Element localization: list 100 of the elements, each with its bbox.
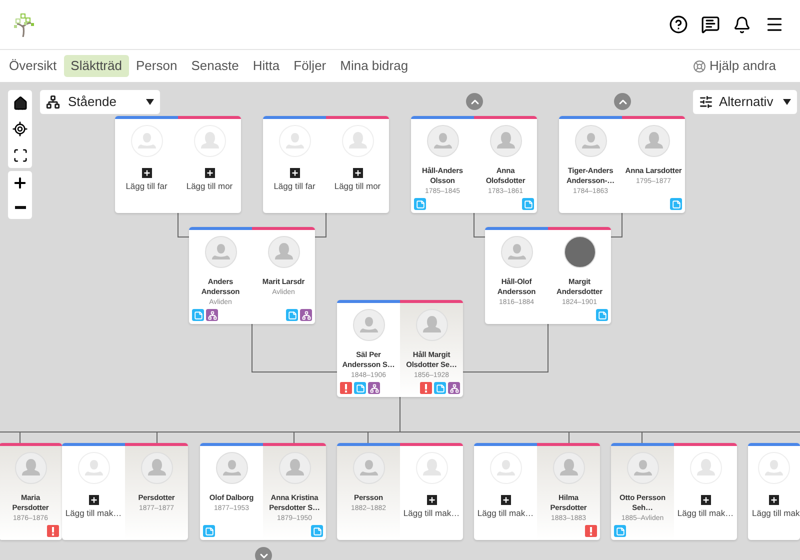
note-glyph-icon bbox=[524, 200, 532, 208]
zoom-out-icon bbox=[14, 206, 26, 208]
nav-tab[interactable]: Släktträd bbox=[64, 55, 129, 77]
add-person-slot[interactable]: Lägg till far bbox=[115, 116, 178, 213]
person-silhouette-icon bbox=[130, 125, 162, 157]
person-silhouette-icon bbox=[490, 452, 522, 484]
options-dropdown[interactable]: Alternativ bbox=[693, 90, 797, 114]
tree-glyph-icon bbox=[208, 310, 216, 320]
add-person-label[interactable]: Lägg till mor bbox=[334, 180, 381, 193]
locate-icon bbox=[12, 121, 28, 137]
person-silhouette-icon bbox=[490, 125, 522, 157]
note-glyph-icon bbox=[616, 526, 624, 536]
plus-icon bbox=[206, 169, 214, 177]
notes-icon[interactable] bbox=[354, 382, 366, 394]
notes-icon[interactable] bbox=[670, 198, 682, 210]
add-icon[interactable] bbox=[142, 168, 152, 178]
add-icon[interactable] bbox=[88, 495, 98, 505]
plus-icon bbox=[90, 496, 98, 504]
plus-icon bbox=[428, 496, 436, 504]
notes-icon[interactable] bbox=[203, 525, 215, 537]
person-silhouette-icon bbox=[416, 452, 448, 484]
home-icon bbox=[12, 96, 28, 110]
plus-icon bbox=[142, 169, 150, 177]
add-person-label[interactable]: Lägg till mak… bbox=[65, 507, 122, 520]
add-person-slot[interactable]: Lägg till mor bbox=[178, 116, 241, 213]
add-person-label[interactable]: Lägg till far bbox=[126, 180, 168, 193]
nav-tab[interactable]: Översikt bbox=[2, 55, 64, 77]
person-silhouette-icon bbox=[758, 452, 790, 484]
add-icon[interactable] bbox=[204, 168, 214, 178]
add-person-label[interactable]: Lägg till mak… bbox=[403, 507, 460, 520]
warning-icon[interactable] bbox=[340, 382, 352, 394]
add-person-label[interactable]: Lägg till mak bbox=[752, 507, 800, 520]
add-person-slot[interactable]: Lägg till mor bbox=[326, 116, 389, 213]
expand-up-button[interactable] bbox=[466, 93, 483, 110]
locate-button[interactable] bbox=[10, 119, 30, 139]
notes-icon[interactable] bbox=[596, 309, 608, 321]
tree-glyph-icon bbox=[450, 384, 458, 392]
note-glyph-icon bbox=[672, 200, 680, 208]
help-icon bbox=[668, 15, 688, 34]
notes-icon[interactable] bbox=[286, 309, 298, 321]
person-silhouette-icon bbox=[204, 236, 236, 268]
warning-icon[interactable] bbox=[47, 525, 59, 537]
caret-icon bbox=[146, 99, 154, 105]
menu-icon bbox=[764, 15, 784, 34]
notes-icon[interactable] bbox=[311, 525, 323, 537]
add-person-slot[interactable]: Lägg till mak… bbox=[674, 443, 737, 540]
add-person-slot[interactable]: Lägg till far bbox=[263, 116, 326, 213]
add-person-slot[interactable]: Lägg till mak bbox=[748, 443, 800, 540]
add-person-slot[interactable]: Lägg till mak… bbox=[400, 443, 463, 540]
notes-icon[interactable] bbox=[522, 198, 534, 210]
add-person-label[interactable]: Lägg till mak… bbox=[677, 507, 734, 520]
person-silhouette-icon bbox=[690, 452, 722, 484]
notes-icon[interactable] bbox=[414, 198, 426, 210]
plus-icon bbox=[502, 496, 510, 504]
tree-icon[interactable] bbox=[448, 382, 460, 394]
notifications-button[interactable] bbox=[732, 14, 752, 34]
add-person-label[interactable]: Lägg till mor bbox=[186, 180, 233, 193]
warning-icon[interactable] bbox=[585, 525, 597, 537]
note-glyph-icon bbox=[204, 526, 214, 536]
note-glyph-icon bbox=[312, 526, 322, 536]
note-glyph-icon bbox=[356, 384, 364, 392]
add-person-slot[interactable]: Lägg till mak… bbox=[62, 443, 125, 540]
help-others-link[interactable]: Hjälp andra bbox=[692, 56, 776, 76]
help-button[interactable] bbox=[668, 14, 688, 34]
expand-down-button[interactable] bbox=[255, 547, 272, 560]
messages-button[interactable] bbox=[700, 14, 720, 34]
nav-tab[interactable]: Mina bidrag bbox=[333, 55, 416, 77]
add-icon[interactable] bbox=[290, 168, 300, 178]
tree-icon[interactable] bbox=[206, 309, 218, 321]
plus-icon bbox=[290, 169, 298, 177]
nav-tab[interactable]: Hitta bbox=[246, 55, 287, 77]
person-silhouette-icon bbox=[426, 125, 458, 157]
notes-icon[interactable] bbox=[434, 382, 446, 394]
notes-icon[interactable] bbox=[192, 309, 204, 321]
add-person-label[interactable]: Lägg till far bbox=[274, 180, 316, 193]
layout-dropdown[interactable]: Stående bbox=[40, 90, 160, 114]
person-silhouette-icon bbox=[342, 125, 374, 157]
logo-icon[interactable] bbox=[14, 12, 36, 36]
add-person-slot[interactable]: Lägg till mak… bbox=[474, 443, 537, 540]
nav-tab[interactable]: Person bbox=[128, 55, 184, 77]
tree-glyph-icon bbox=[370, 384, 378, 392]
nav-tab[interactable]: Senaste bbox=[184, 55, 246, 77]
expand-up-button[interactable] bbox=[614, 93, 631, 110]
nav-tab[interactable]: Följer bbox=[286, 55, 334, 77]
add-person-label[interactable]: Lägg till mak… bbox=[477, 507, 534, 520]
tree-icon[interactable] bbox=[300, 309, 312, 321]
person-silhouette-icon bbox=[140, 452, 172, 484]
warning-icon[interactable] bbox=[420, 382, 432, 394]
add-icon[interactable] bbox=[769, 495, 779, 505]
person-silhouette-icon bbox=[14, 452, 46, 484]
add-icon[interactable] bbox=[700, 495, 710, 505]
notes-icon[interactable] bbox=[614, 525, 626, 537]
person-silhouette-icon bbox=[500, 236, 532, 268]
person-silhouette-icon bbox=[278, 452, 310, 484]
plus-icon bbox=[354, 169, 362, 177]
add-icon[interactable] bbox=[500, 495, 510, 505]
person-silhouette-icon bbox=[552, 452, 584, 484]
add-icon[interactable] bbox=[426, 495, 436, 505]
add-icon[interactable] bbox=[352, 168, 362, 178]
tree-icon[interactable] bbox=[368, 382, 380, 394]
